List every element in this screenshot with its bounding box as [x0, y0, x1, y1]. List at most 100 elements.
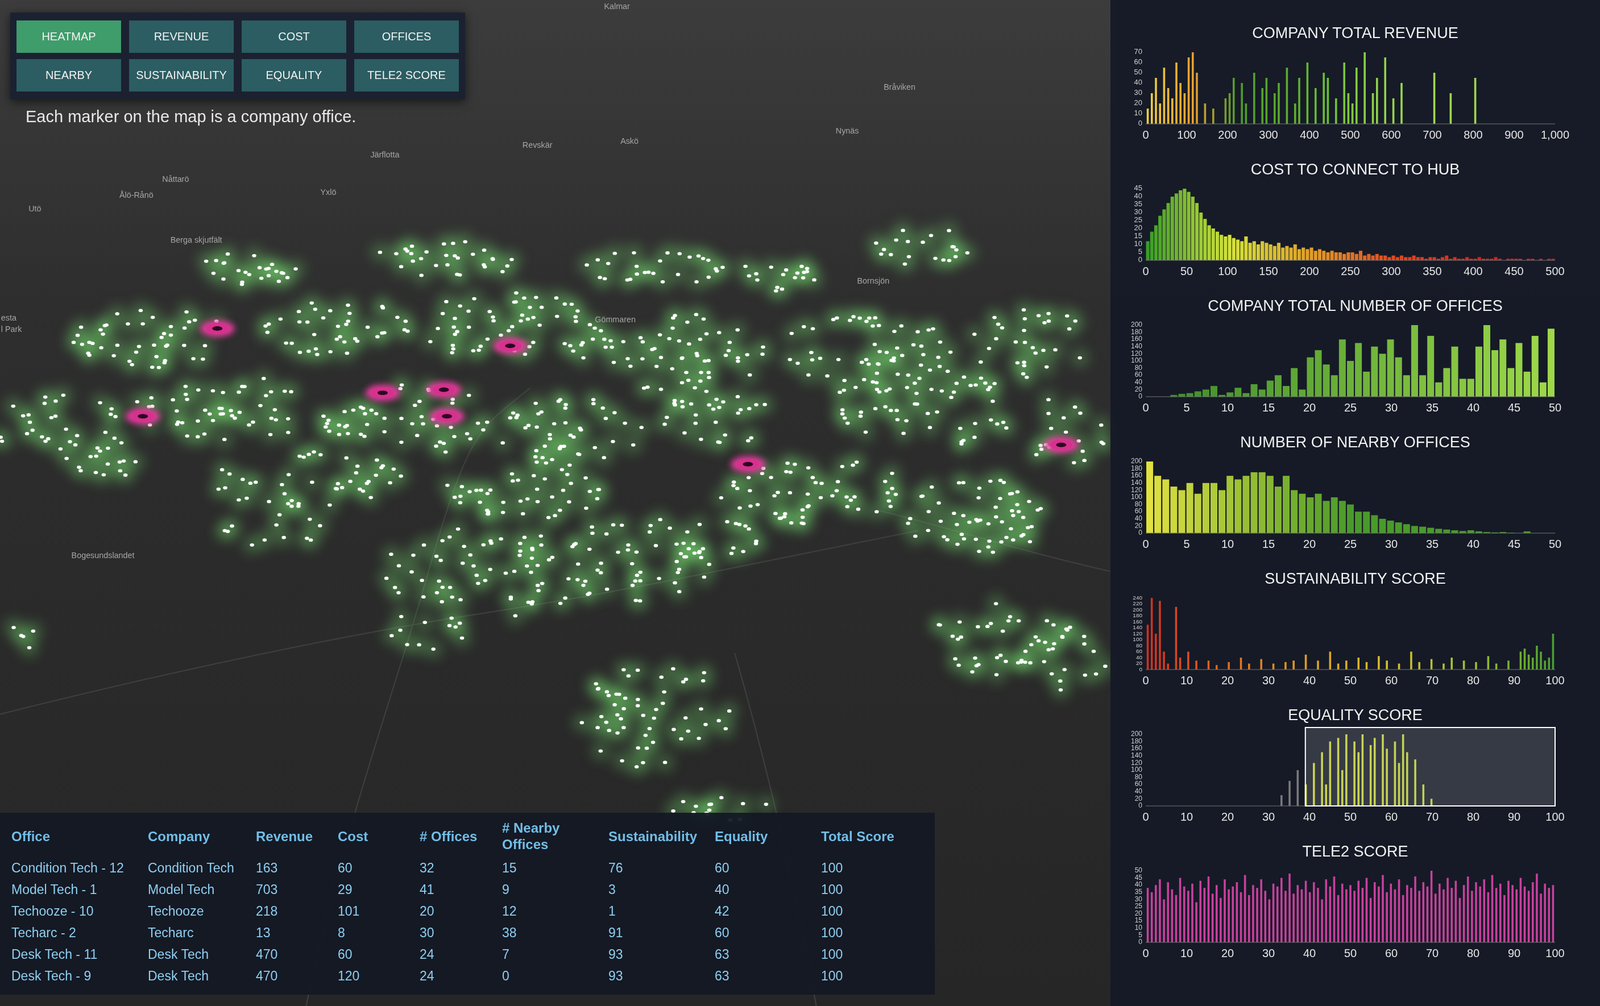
histogram[interactable]: 0204060801001201401601802000510152025303… — [1110, 453, 1600, 568]
office-marker[interactable] — [1013, 340, 1019, 344]
office-marker[interactable] — [308, 538, 314, 542]
office-marker[interactable] — [554, 296, 559, 300]
office-marker[interactable] — [925, 412, 931, 416]
office-marker[interactable] — [707, 562, 712, 567]
office-marker[interactable] — [163, 344, 169, 348]
office-marker[interactable] — [285, 502, 291, 506]
office-marker[interactable] — [417, 399, 422, 404]
office-marker[interactable] — [563, 406, 569, 410]
office-marker[interactable] — [811, 278, 817, 283]
office-marker[interactable] — [281, 536, 286, 540]
column-header[interactable]: Revenue — [255, 828, 338, 846]
office-marker[interactable] — [515, 413, 520, 418]
office-marker[interactable] — [53, 414, 58, 418]
layer-button[interactable]: NEARBY — [16, 59, 122, 92]
office-marker[interactable] — [929, 485, 935, 489]
office-marker[interactable] — [842, 416, 848, 421]
office-marker[interactable] — [686, 729, 691, 733]
office-marker[interactable] — [670, 809, 676, 814]
office-marker[interactable] — [273, 418, 279, 422]
office-marker[interactable] — [450, 401, 455, 405]
office-marker[interactable] — [355, 339, 360, 343]
office-marker[interactable] — [449, 595, 455, 600]
office-marker[interactable] — [1022, 317, 1028, 321]
office-marker[interactable] — [983, 381, 988, 385]
office-marker[interactable] — [445, 483, 450, 488]
office-marker[interactable] — [625, 357, 630, 361]
office-marker[interactable] — [246, 423, 252, 428]
office-marker[interactable] — [753, 542, 759, 546]
office-marker[interactable] — [451, 325, 457, 330]
office-marker[interactable] — [0, 435, 3, 439]
office-marker[interactable] — [1053, 348, 1058, 352]
office-marker[interactable] — [883, 405, 888, 409]
office-marker[interactable] — [635, 668, 641, 673]
office-marker[interactable] — [533, 401, 538, 406]
office-marker[interactable] — [98, 346, 104, 350]
office-marker[interactable] — [694, 280, 699, 284]
office-marker[interactable] — [498, 537, 504, 541]
office-marker[interactable] — [221, 277, 226, 281]
office-marker[interactable] — [644, 747, 650, 751]
office-marker[interactable] — [647, 727, 653, 731]
office-marker[interactable] — [454, 272, 460, 277]
office-marker[interactable] — [570, 545, 575, 549]
office-marker[interactable] — [522, 536, 528, 540]
office-marker[interactable] — [658, 387, 664, 392]
office-marker[interactable] — [540, 456, 545, 460]
office-marker[interactable] — [743, 524, 748, 529]
office-marker[interactable] — [433, 263, 439, 268]
office-marker[interactable] — [788, 358, 793, 362]
office-marker[interactable] — [527, 305, 533, 310]
office-marker[interactable] — [521, 296, 527, 300]
office-marker[interactable] — [864, 320, 869, 324]
office-marker[interactable] — [667, 526, 673, 530]
office-marker[interactable] — [326, 419, 331, 423]
office-marker[interactable] — [834, 316, 840, 321]
office-marker[interactable] — [968, 383, 973, 388]
office-marker[interactable] — [456, 527, 461, 532]
office-marker[interactable] — [874, 510, 880, 514]
office-marker[interactable] — [285, 430, 291, 435]
office-marker[interactable] — [684, 677, 689, 682]
office-marker[interactable] — [441, 441, 447, 446]
office-marker[interactable] — [1030, 346, 1036, 350]
office-marker[interactable] — [1009, 509, 1015, 513]
office-marker[interactable] — [483, 578, 488, 583]
office-marker[interactable] — [148, 396, 154, 400]
office-marker[interactable] — [698, 379, 703, 384]
office-marker[interactable] — [945, 369, 951, 373]
office-marker[interactable] — [470, 252, 476, 256]
office-marker[interactable] — [906, 255, 912, 259]
office-marker[interactable] — [992, 316, 997, 320]
office-marker[interactable] — [453, 625, 458, 629]
office-marker[interactable] — [321, 316, 326, 320]
office-marker[interactable] — [297, 350, 303, 355]
office-marker[interactable] — [947, 258, 952, 263]
office-marker[interactable] — [959, 532, 965, 537]
office-marker[interactable] — [31, 629, 36, 633]
office-marker[interactable] — [342, 409, 347, 414]
column-header[interactable]: Company — [147, 828, 256, 846]
office-marker[interactable] — [357, 487, 363, 492]
office-marker[interactable] — [523, 426, 528, 430]
office-marker[interactable] — [86, 340, 92, 344]
office-marker[interactable] — [1064, 628, 1070, 633]
office-marker[interactable] — [1067, 626, 1073, 630]
office-marker[interactable] — [409, 570, 414, 574]
office-marker[interactable] — [652, 716, 657, 721]
office-marker[interactable] — [517, 549, 523, 554]
office-marker[interactable] — [640, 357, 645, 361]
office-marker[interactable] — [317, 524, 323, 528]
office-marker[interactable] — [784, 268, 789, 272]
office-marker[interactable] — [1038, 507, 1044, 511]
office-marker[interactable] — [590, 531, 595, 536]
office-marker[interactable] — [374, 412, 379, 416]
office-marker[interactable] — [598, 571, 604, 575]
office-marker[interactable] — [599, 715, 604, 719]
office-marker[interactable] — [458, 494, 463, 499]
office-marker[interactable] — [988, 479, 993, 484]
office-marker[interactable] — [1044, 365, 1050, 370]
office-marker[interactable] — [182, 326, 188, 330]
office-marker[interactable] — [861, 378, 867, 382]
